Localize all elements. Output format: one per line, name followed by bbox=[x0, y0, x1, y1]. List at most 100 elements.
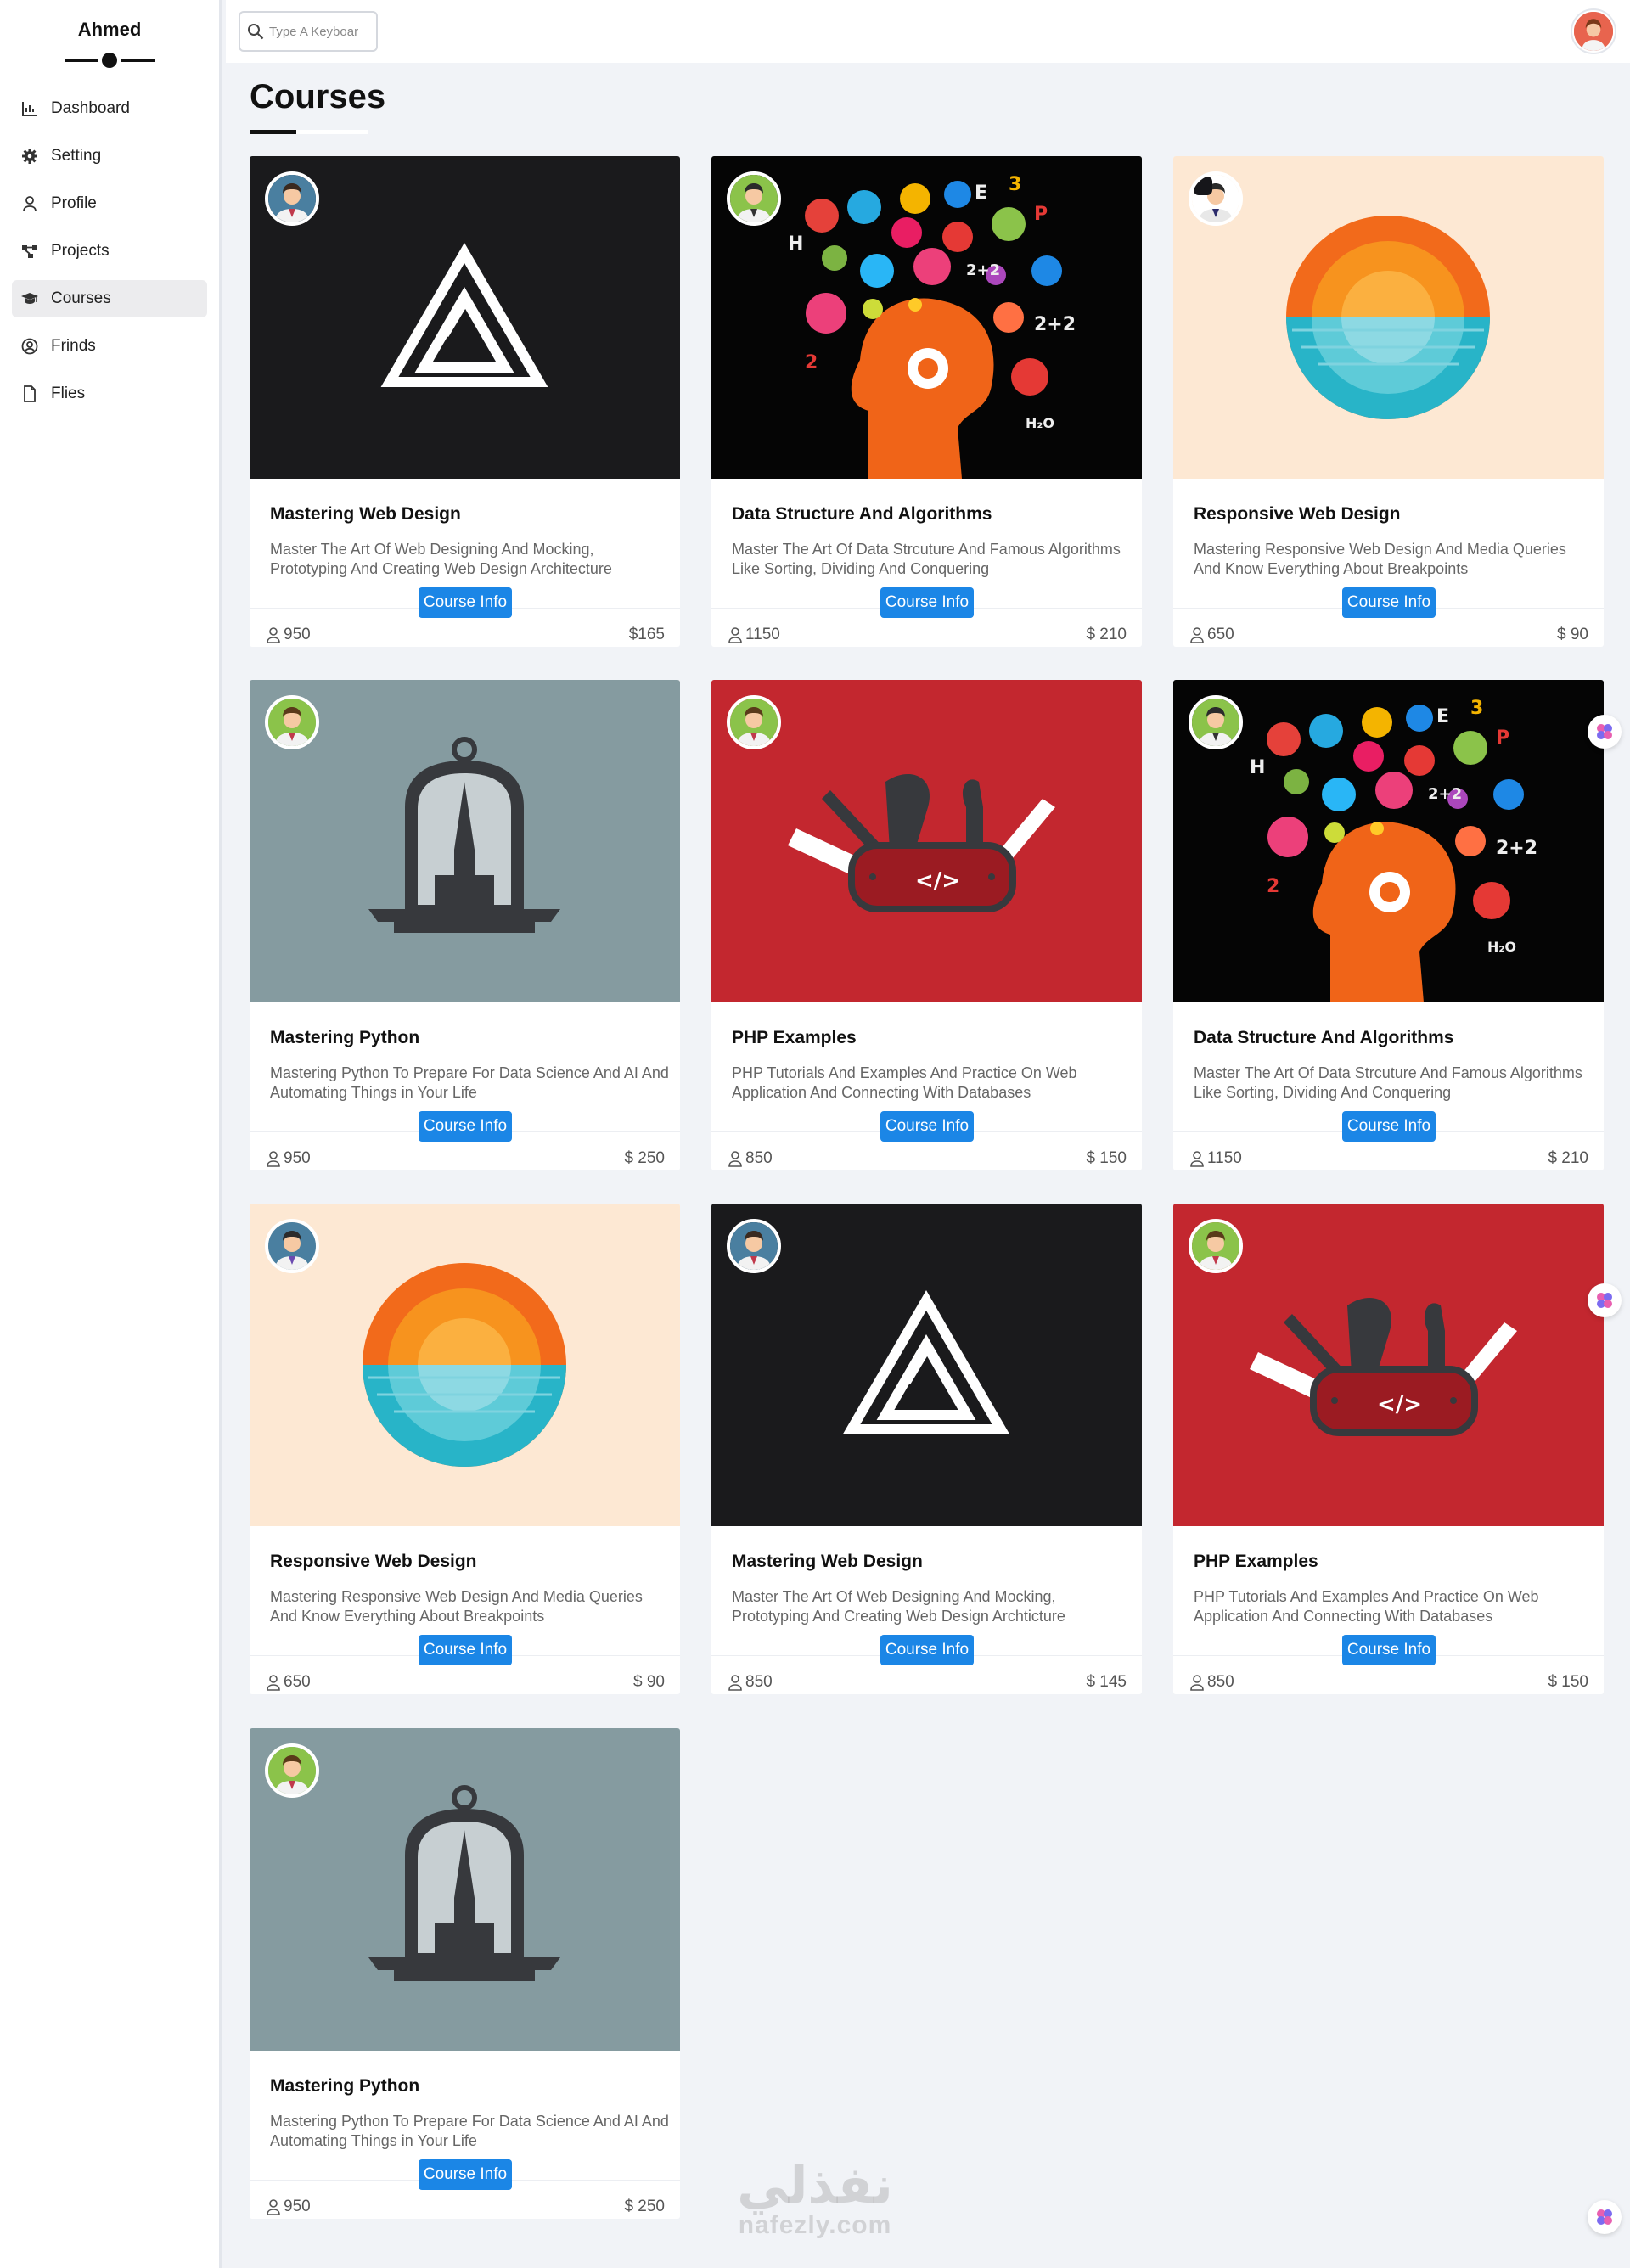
course-title: Mastering Web Design bbox=[732, 1552, 923, 1571]
course-title: Mastering Python bbox=[270, 1028, 420, 1047]
course-image-python[interactable] bbox=[250, 680, 680, 1002]
course-info-button[interactable]: Course Info bbox=[880, 1635, 974, 1665]
teacher-avatar[interactable] bbox=[1189, 1219, 1243, 1273]
brain-badge-icon[interactable] bbox=[1588, 2200, 1622, 2234]
student-count: 950 bbox=[265, 626, 311, 644]
course-title: Responsive Web Design bbox=[1194, 504, 1401, 524]
course-image-php[interactable]: </> bbox=[1173, 1204, 1604, 1526]
course-info-button[interactable]: Course Info bbox=[419, 1635, 512, 1665]
svg-text:2+2: 2+2 bbox=[1428, 785, 1462, 803]
course-image-web-design[interactable] bbox=[250, 156, 680, 479]
course-price: $ 150 bbox=[1548, 1673, 1588, 1691]
student-count: 650 bbox=[265, 1673, 311, 1692]
course-info-button[interactable]: Course Info bbox=[419, 2159, 512, 2190]
teacher-avatar[interactable] bbox=[727, 695, 781, 749]
course-info-button[interactable]: Course Info bbox=[880, 1111, 974, 1142]
search-input[interactable] bbox=[269, 24, 371, 39]
svg-text:H₂O: H₂O bbox=[1487, 939, 1516, 955]
course-info-button[interactable]: Course Info bbox=[880, 587, 974, 618]
course-image-php[interactable]: </> bbox=[711, 680, 1142, 1002]
course-info-button[interactable]: Course Info bbox=[419, 1111, 512, 1142]
svg-text:3: 3 bbox=[1470, 698, 1483, 719]
course-title: PHP Examples bbox=[1194, 1552, 1318, 1571]
course-price: $ 210 bbox=[1086, 626, 1127, 643]
svg-text:E: E bbox=[975, 182, 987, 204]
teacher-avatar[interactable] bbox=[265, 1219, 319, 1273]
teacher-avatar[interactable] bbox=[265, 171, 319, 226]
page-title: Courses bbox=[250, 78, 386, 115]
student-count-value: 950 bbox=[284, 1149, 311, 1167]
sidebar-item-label: Flies bbox=[51, 385, 86, 402]
sidebar-item-label: Setting bbox=[51, 147, 102, 165]
brain-badge-icon[interactable] bbox=[1588, 1283, 1622, 1317]
svg-text:H₂O: H₂O bbox=[1026, 415, 1054, 431]
teacher-avatar[interactable] bbox=[727, 171, 781, 226]
user-icon bbox=[728, 627, 742, 643]
sidebar-item-label: Frinds bbox=[51, 337, 96, 355]
sidebar-item-dashboard[interactable]: Dashboard bbox=[12, 90, 207, 127]
svg-text:3: 3 bbox=[1009, 174, 1021, 195]
course-price: $ 250 bbox=[624, 2198, 665, 2215]
user-icon bbox=[267, 627, 280, 643]
diagram-icon bbox=[20, 242, 39, 261]
course-description: Master The Art Of Data Strcuture And Fam… bbox=[732, 541, 1121, 577]
course-image-data-structure[interactable]: E3P H 2+2 2+2 2 H₂O bbox=[711, 156, 1142, 479]
student-count-value: 850 bbox=[745, 1149, 773, 1167]
teacher-avatar[interactable] bbox=[1189, 171, 1243, 226]
course-description: PHP Tutorials And Examples And Practice … bbox=[732, 1064, 1077, 1101]
svg-text:P: P bbox=[1496, 727, 1509, 749]
course-description: Mastering Responsive Web Design And Medi… bbox=[270, 1588, 643, 1625]
student-count-value: 950 bbox=[284, 2198, 311, 2215]
teacher-avatar[interactable] bbox=[265, 695, 319, 749]
search-box[interactable] bbox=[239, 11, 378, 52]
svg-text:</>: </> bbox=[915, 868, 960, 894]
student-count: 850 bbox=[727, 1673, 773, 1692]
sidebar-item-setting[interactable]: Setting bbox=[12, 138, 207, 175]
course-info-button[interactable]: Course Info bbox=[1342, 1635, 1436, 1665]
course-image-data-structure[interactable]: E3P H 2+2 2+2 2 H₂O bbox=[1173, 680, 1604, 1002]
student-count: 850 bbox=[1189, 1673, 1234, 1692]
course-card: E3P H 2+2 2+2 2 H₂O Data Structure And Algo… bbox=[1173, 680, 1604, 1170]
brain-badge-icon[interactable] bbox=[1588, 715, 1622, 749]
course-card: </> PHP Examples PHP Tutorials And Examp… bbox=[711, 680, 1142, 1170]
user-icon bbox=[1190, 1675, 1204, 1691]
teacher-avatar[interactable] bbox=[265, 1743, 319, 1798]
course-title: PHP Examples bbox=[732, 1028, 857, 1047]
course-image-responsive[interactable] bbox=[250, 1204, 680, 1526]
sidebar-item-flies[interactable]: Flies bbox=[12, 375, 207, 413]
course-image-responsive[interactable] bbox=[1173, 156, 1604, 479]
user-avatar[interactable] bbox=[1572, 10, 1615, 53]
sidebar-item-projects[interactable]: Projects bbox=[12, 233, 207, 270]
svg-text:2+2: 2+2 bbox=[1496, 838, 1537, 859]
course-card: E3P H 2+2 2+2 2 H₂O Data Structure And Algo… bbox=[711, 156, 1142, 647]
brand-divider bbox=[65, 53, 155, 68]
sidebar-item-profile[interactable]: Profile bbox=[12, 185, 207, 222]
course-image-web-design[interactable] bbox=[711, 1204, 1142, 1526]
course-info-button[interactable]: Course Info bbox=[419, 587, 512, 618]
course-image-python[interactable] bbox=[250, 1728, 680, 2051]
course-price: $ 210 bbox=[1548, 1149, 1588, 1167]
chart-icon bbox=[20, 99, 39, 118]
course-price: $ 150 bbox=[1086, 1149, 1127, 1167]
course-description: Master The Art Of Web Designing And Mock… bbox=[270, 541, 612, 577]
course-card: Mastering Python Mastering Python To Pre… bbox=[250, 680, 680, 1170]
sidebar-item-label: Projects bbox=[51, 242, 110, 260]
svg-text:2+2: 2+2 bbox=[1034, 314, 1076, 335]
svg-text:2: 2 bbox=[805, 352, 818, 373]
search-icon bbox=[248, 24, 264, 40]
student-count: 650 bbox=[1189, 626, 1234, 644]
user-icon bbox=[728, 1151, 742, 1167]
course-info-button[interactable]: Course Info bbox=[1342, 587, 1436, 618]
course-info-button[interactable]: Course Info bbox=[1342, 1111, 1436, 1142]
course-card: Mastering Python Mastering Python To Pre… bbox=[250, 1728, 680, 2219]
sidebar-item-frinds[interactable]: Frinds bbox=[12, 328, 207, 365]
teacher-avatar[interactable] bbox=[727, 1219, 781, 1273]
svg-text:H: H bbox=[1250, 757, 1265, 778]
svg-text:E: E bbox=[1436, 706, 1449, 727]
sidebar-item-courses[interactable]: Courses bbox=[12, 280, 207, 317]
course-price: $ 90 bbox=[633, 1673, 665, 1691]
student-count-value: 1150 bbox=[745, 626, 780, 643]
teacher-avatar[interactable] bbox=[1189, 695, 1243, 749]
user-icon bbox=[267, 2199, 280, 2215]
student-count-value: 850 bbox=[1207, 1673, 1234, 1691]
